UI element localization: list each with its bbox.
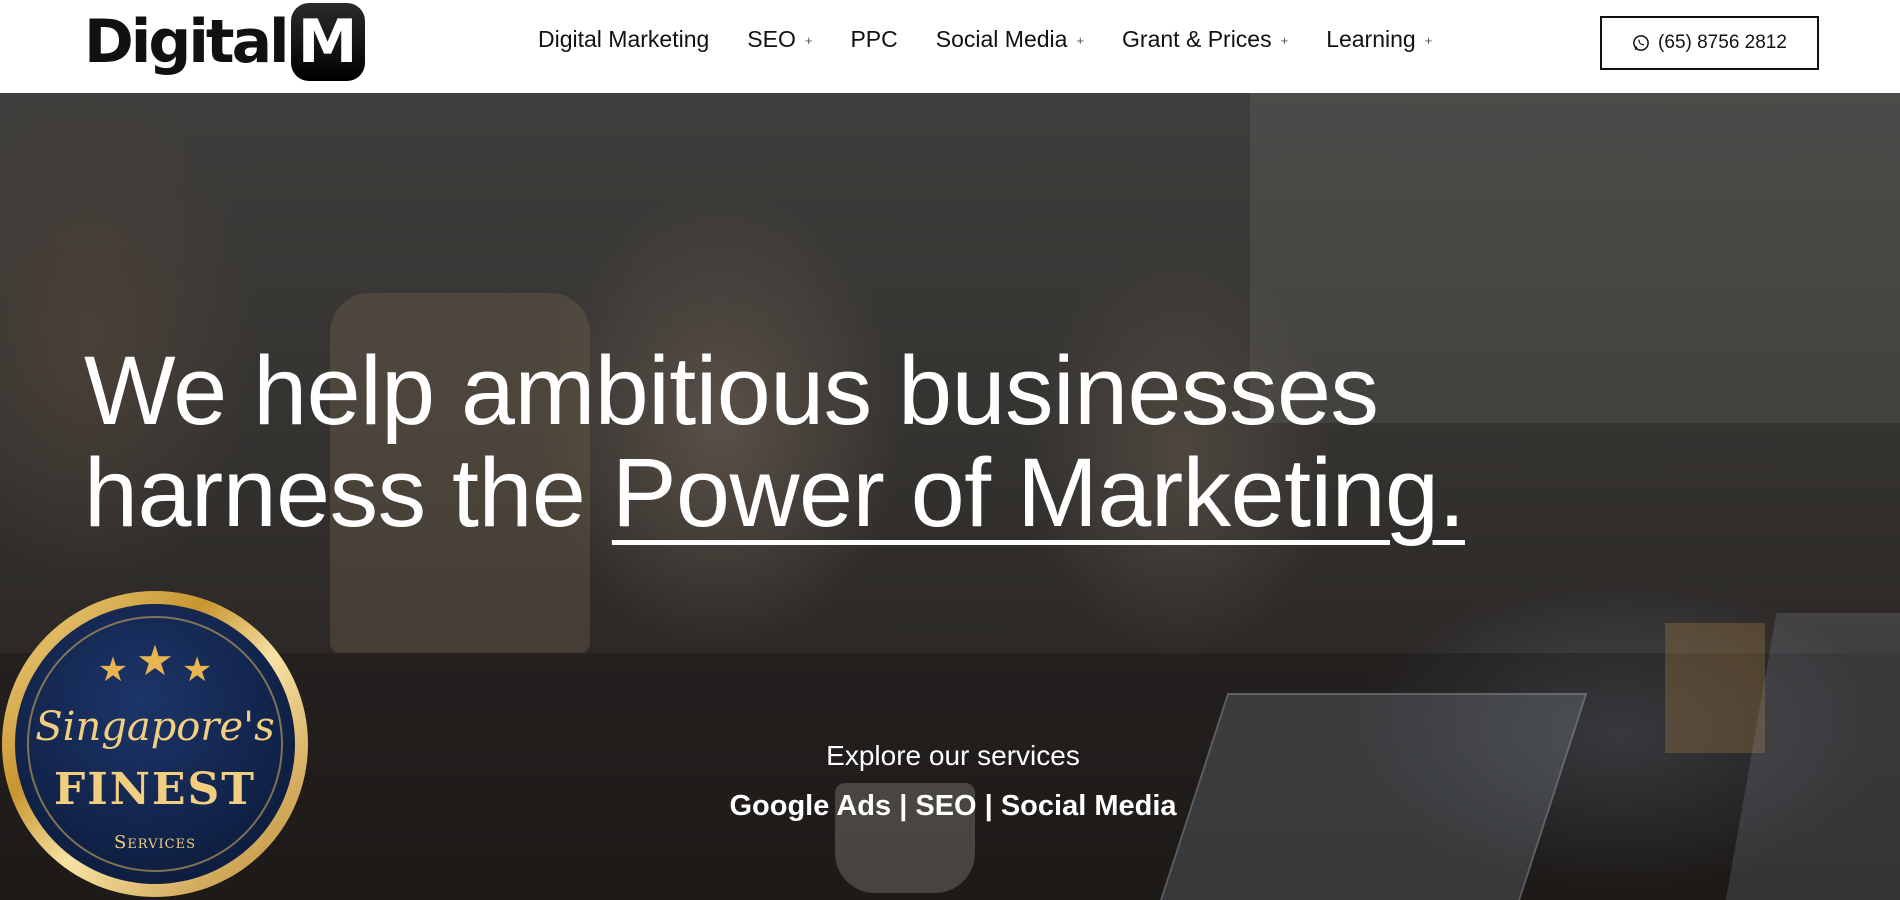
badge-face: ★ ★ ★ Singapore's FINEST Services (15, 604, 295, 884)
star-icon: ★ (97, 651, 129, 689)
star-icon: ★ (136, 637, 174, 684)
badge-stars: ★ ★ ★ (15, 637, 295, 691)
nav-item-label: PPC (850, 25, 898, 52)
nav-item-ppc[interactable]: PPC (850, 26, 897, 53)
logo-mark: M (290, 3, 365, 81)
nav-item-label: Digital Marketing (538, 25, 710, 52)
headline-line-1: We help ambitious businesses (84, 336, 1379, 445)
nav-item-label: Social Media (935, 25, 1068, 52)
headline-line-2-prefix: harness the (84, 438, 612, 547)
expand-plus-icon: + (804, 33, 813, 48)
headline-line-2: harness the Power of Marketing. (84, 442, 1784, 544)
expand-plus-icon: + (1280, 33, 1289, 48)
nav-item-learning[interactable]: Learning + (1326, 26, 1432, 53)
expand-plus-icon: + (1076, 33, 1085, 48)
badge-subtitle: Services (113, 832, 196, 853)
site-header: Digital M Digital Marketing SEO + PPC So… (0, 0, 1900, 93)
hero-headline: We help ambitious businesses harness the… (84, 340, 1784, 544)
nav-item-social-media[interactable]: Social Media + (936, 26, 1084, 53)
phone-number: (65) 8756 2812 (1658, 32, 1787, 53)
badge-script-text: Singapore's (35, 704, 275, 750)
star-icon: ★ (181, 651, 213, 689)
expand-plus-icon: + (1424, 33, 1433, 48)
nav-item-label: SEO (747, 25, 796, 52)
nav-item-grant-prices[interactable]: Grant & Prices + (1122, 26, 1288, 53)
headline-accent: Power of Marketing. (611, 438, 1466, 547)
site-logo[interactable]: Digital M (84, 2, 365, 82)
hero-background-pen-holder (1665, 623, 1765, 753)
whatsapp-icon (1633, 35, 1649, 51)
phone-button[interactable]: (65) 8756 2812 (1600, 16, 1819, 70)
logo-wordmark: Digital (84, 7, 290, 77)
nav-item-label: Learning (1326, 25, 1416, 52)
nav-item-digital-marketing[interactable]: Digital Marketing (538, 26, 709, 53)
badge-title: FINEST (53, 764, 257, 815)
nav-item-label: Grant & Prices (1122, 25, 1272, 52)
nav-item-seo[interactable]: SEO + (747, 26, 812, 53)
singapores-finest-badge[interactable]: ★ ★ ★ Singapore's FINEST Services (2, 591, 308, 897)
main-nav: Digital Marketing SEO + PPC Social Media… (538, 22, 1470, 56)
